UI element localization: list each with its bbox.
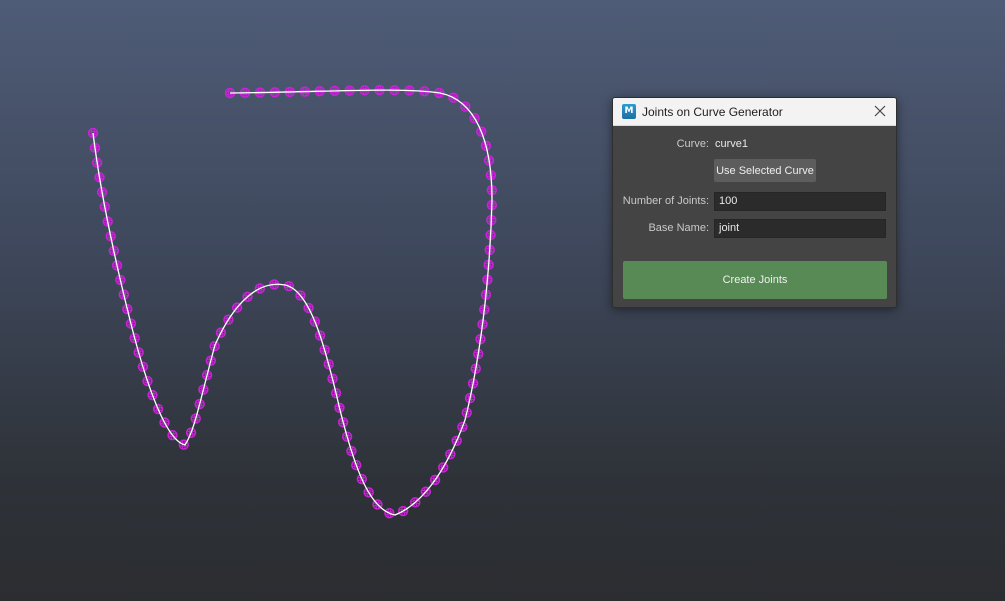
close-button[interactable]	[870, 101, 890, 121]
dialog-title: Joints on Curve Generator	[642, 104, 783, 119]
base-name-field[interactable]: joint	[714, 219, 886, 238]
dialog-body: Curve: curve1 Use Selected Curve Number …	[613, 126, 896, 307]
use-selected-curve-button[interactable]: Use Selected Curve	[714, 159, 816, 182]
close-icon	[874, 105, 886, 117]
base-name-label: Base Name:	[648, 222, 709, 234]
curve-value: curve1	[715, 138, 749, 150]
dialog-titlebar[interactable]: M Joints on Curve Generator	[613, 98, 896, 126]
number-of-joints-field[interactable]: 100	[714, 192, 886, 211]
create-joints-button[interactable]: Create Joints	[623, 261, 887, 299]
nurbs-curve[interactable]	[92, 89, 493, 516]
joint-chain	[87, 84, 498, 519]
maya-app-icon: M	[622, 104, 636, 119]
number-of-joints-label: Number of Joints:	[622, 195, 709, 207]
joints-on-curve-dialog: M Joints on Curve Generator Curve: curve…	[612, 97, 897, 308]
curve-label: Curve:	[676, 138, 709, 150]
